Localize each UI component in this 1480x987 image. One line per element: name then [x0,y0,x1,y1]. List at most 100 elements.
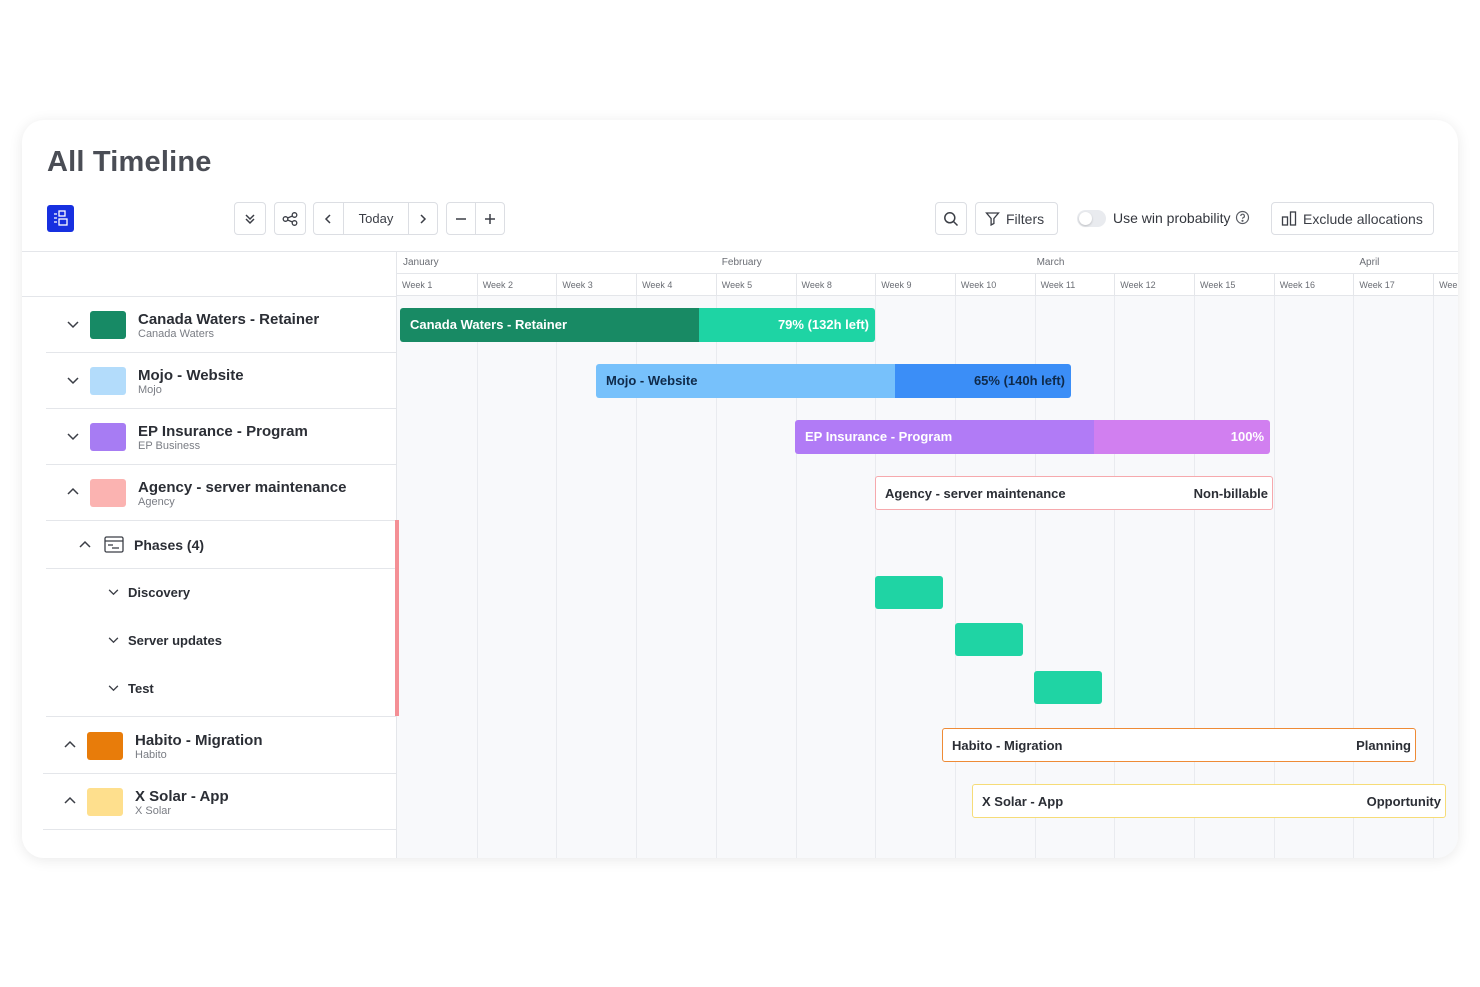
project-color-swatch [87,788,123,816]
chevron-up-icon[interactable] [64,740,76,748]
grid-line [476,296,478,858]
week-column-header: Week 9 [875,274,955,296]
agency-server-maintenance-bar[interactable]: Agency - server maintenance Non-billable [875,476,1273,510]
month-label: March [1036,257,1065,268]
chevron-down-icon[interactable] [67,321,79,329]
zoom-group [446,202,505,235]
phase-name: Server updates [128,633,222,648]
win-probability-toggle[interactable] [1077,210,1106,227]
chevron-down-icon[interactable] [108,685,119,692]
project-color-swatch [90,479,126,507]
x-solar-app-bar[interactable]: X Solar - App Opportunity [972,784,1446,818]
timeline-card: All Timeline Today Filters Use win proba… [22,120,1458,858]
mojo-website-bar-status: 65% (140h left) [973,373,1065,388]
phase-bar-server-updates[interactable] [955,623,1023,656]
grid-line [1114,296,1116,858]
filters-button[interactable]: Filters [975,202,1058,235]
project-row-canada-waters[interactable]: Canada Waters - Retainer Canada Waters [46,297,396,353]
canada-waters-bar[interactable]: Canada Waters - Retainer 79% (132h left) [400,308,875,342]
client-name: Canada Waters [138,328,215,340]
phase-bar-discovery[interactable] [875,576,943,609]
habito-bar-status: Planning [1356,738,1411,753]
zoom-in-button[interactable] [475,203,504,234]
exclude-allocations-button[interactable]: Exclude allocations [1271,202,1434,235]
month-label: January [403,257,439,268]
exclude-allocations-label: Exclude allocations [1303,210,1423,227]
phase-list: Discovery Server updates Test [46,569,396,717]
week-column-header: Week 11 [1034,274,1115,296]
timeline-grid: January February March April Week 1 Week 2 We… [396,252,1458,858]
today-button[interactable]: Today [342,203,409,234]
search-button[interactable] [935,202,967,235]
week-column-header: Week 1 [402,280,433,290]
share-button[interactable] [274,202,306,235]
minus-icon [456,217,467,220]
chevron-down-icon[interactable] [108,589,119,596]
phases-icon [104,536,124,553]
chevron-down-icon[interactable] [67,377,79,385]
chevron-up-icon[interactable] [79,540,91,548]
mojo-website-bar[interactable]: Mojo - Website 65% (140h left) [596,364,1071,398]
phase-item-test[interactable]: Test [46,665,396,713]
week-column-header: Week 16 [1273,274,1354,296]
share-icon [282,211,298,226]
chevron-up-icon[interactable] [64,796,76,804]
habito-migration-bar[interactable]: Habito - Migration Planning [942,728,1416,762]
phases-row[interactable]: Phases (4) [46,521,396,569]
app-logo-icon[interactable] [47,205,74,232]
phase-bar-test[interactable] [1034,671,1102,704]
grid-line [1353,296,1355,858]
month-header: January February March April [397,252,1458,273]
double-chevron-down-icon [245,213,255,224]
filter-icon [985,212,1000,226]
page-title: All Timeline [47,146,212,178]
ep-insurance-bar[interactable]: EP Insurance - Program 100% [795,420,1270,454]
project-list: Canada Waters - Retainer Canada Waters M… [22,252,396,858]
chevron-right-icon [420,213,427,224]
phases-label: Phases (4) [134,537,205,553]
phase-name: Discovery [128,585,191,600]
project-row-ep-insurance[interactable]: EP Insurance - Program EP Business [46,409,396,465]
chevron-up-icon[interactable] [67,487,79,495]
chevron-left-icon [325,213,331,224]
project-row-x-solar[interactable]: X Solar - App X Solar [43,774,396,830]
collapse-all-button[interactable] [234,202,266,235]
next-button[interactable] [408,203,437,234]
project-color-swatch [87,732,123,760]
phase-item-discovery[interactable]: Discovery [46,569,396,617]
canada-waters-bar-status: 79% (132h left) [777,317,869,332]
project-name: Habito - Migration [135,732,263,749]
phase-item-server-updates[interactable]: Server updates [46,617,396,665]
help-circle-icon[interactable] [1235,210,1250,225]
grid-line [556,296,558,858]
habito-bar-label: Habito - Migration [952,738,1063,753]
plus-icon [485,213,496,224]
week-header: Week 1 Week 2 Week 3 Week 4 Week 5 Week 8 Week… [397,273,1458,296]
project-row-habito[interactable]: Habito - Migration Habito [43,718,396,774]
week-column-header: Week 17 [1353,274,1433,296]
ep-insurance-bar-label: EP Insurance - Program [805,429,953,444]
date-navigation-group: Today [313,202,438,235]
client-name: Habito [135,749,167,761]
selected-project-marker [395,520,399,716]
project-color-swatch [90,367,126,395]
zoom-out-button[interactable] [447,203,475,234]
previous-button[interactable] [314,203,343,234]
phase-name: Test [128,681,154,696]
week-column-header: Week 3 [556,274,636,296]
grid-line [1273,296,1275,858]
search-icon [944,211,959,226]
chevron-down-icon[interactable] [67,433,79,441]
x-solar-bar-label: X Solar - App [982,794,1064,809]
agency-bar-label: Agency - server maintenance [885,486,1066,501]
project-name: Canada Waters - Retainer [138,311,320,328]
client-name: Agency [138,496,175,508]
project-color-swatch [90,311,126,339]
project-row-mojo[interactable]: Mojo - Website Mojo [46,353,396,409]
agency-bar-status: Non-billable [1193,486,1268,501]
chevron-down-icon[interactable] [108,637,119,644]
x-solar-bar-status: Opportunity [1366,794,1441,809]
project-name: Agency - server maintenance [138,479,347,496]
toggle-knob [1079,212,1092,225]
project-row-agency[interactable]: Agency - server maintenance Agency [46,465,396,521]
